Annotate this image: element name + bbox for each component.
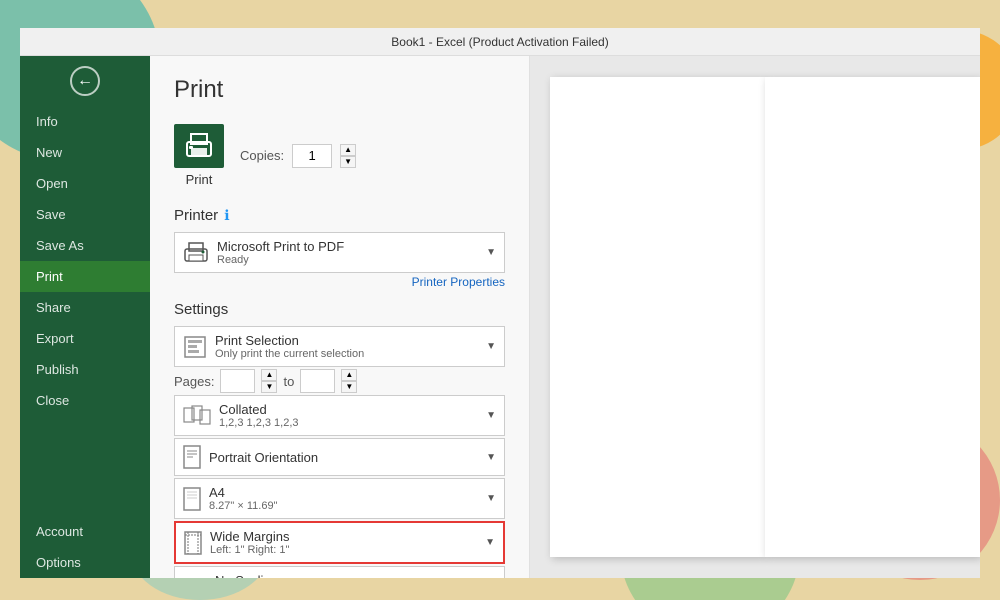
setting-dropdown-arrow-4: ▼ xyxy=(486,493,496,504)
setting-collated-content: Collated 1,2,3 1,2,3 1,2,3 xyxy=(219,402,478,429)
printer-name: Microsoft Print to PDF xyxy=(217,239,478,254)
print-button-section: Print Copies: ▲ ▼ xyxy=(174,124,505,187)
setting-orientation[interactable]: Portrait Orientation ▼ xyxy=(174,438,505,476)
titlebar: Book1 - Excel (Product Activation Failed… xyxy=(20,28,980,56)
excel-window: Book1 - Excel (Product Activation Failed… xyxy=(20,28,980,578)
sidebar-item-close[interactable]: Close xyxy=(20,385,150,416)
sidebar-item-account[interactable]: Account xyxy=(20,516,150,547)
copies-down-button[interactable]: ▼ xyxy=(340,156,356,168)
page-title: Print xyxy=(174,76,505,104)
sidebar-item-new[interactable]: New xyxy=(20,137,150,168)
window-content: ← Info New Open Save Save As Print Share xyxy=(20,56,980,578)
copies-input[interactable] xyxy=(292,144,332,168)
pages-to-down[interactable]: ▼ xyxy=(341,381,357,393)
sidebar-item-publish[interactable]: Publish xyxy=(20,354,150,385)
info-icon: ℹ xyxy=(224,207,229,224)
printer-select[interactable]: Microsoft Print to PDF Ready ▼ xyxy=(174,232,505,273)
copies-section: Copies: ▲ ▼ xyxy=(240,144,356,168)
setting-paper[interactable]: A4 8.27" × 11.69" ▼ xyxy=(174,478,505,519)
sidebar-item-save-as[interactable]: Save As xyxy=(20,230,150,261)
sidebar: ← Info New Open Save Save As Print Share xyxy=(20,56,150,578)
pages-label: Pages: xyxy=(174,374,214,389)
printer-dropdown-arrow: ▼ xyxy=(486,247,496,258)
printer-icon xyxy=(183,132,215,160)
print-selection-icon xyxy=(183,336,207,358)
titlebar-text: Book1 - Excel (Product Activation Failed… xyxy=(391,35,608,49)
copies-up-button[interactable]: ▲ xyxy=(340,144,356,156)
pages-to-spinner: ▲ ▼ xyxy=(341,369,357,393)
paper-icon xyxy=(183,487,201,511)
setting-dropdown-arrow-1: ▼ xyxy=(486,341,496,352)
printer-select-content: Microsoft Print to PDF Ready xyxy=(217,239,478,266)
pages-to-input[interactable] xyxy=(300,369,335,393)
setting-print-selection[interactable]: Print Selection Only print the current s… xyxy=(174,326,505,367)
sidebar-item-share[interactable]: Share xyxy=(20,292,150,323)
pages-from-down[interactable]: ▼ xyxy=(261,381,277,393)
main-content: Print Print xyxy=(150,56,980,578)
sidebar-item-info[interactable]: Info xyxy=(20,106,150,137)
back-icon: ← xyxy=(70,66,100,96)
printer-status: Ready xyxy=(217,254,478,266)
pages-from-spinner: ▲ ▼ xyxy=(261,369,277,393)
printer-properties-link[interactable]: Printer Properties xyxy=(174,275,505,289)
setting-scaling-content: No Scaling Print sheets at their actual … xyxy=(215,573,478,578)
print-button-label: Print xyxy=(186,172,213,187)
preview-page-right xyxy=(765,77,980,557)
setting-print-selection-content: Print Selection Only print the current s… xyxy=(215,333,478,360)
collated-icon xyxy=(183,405,211,427)
pages-to-label: to xyxy=(283,374,294,389)
setting-paper-content: A4 8.27" × 11.69" xyxy=(209,485,478,512)
setting-collated[interactable]: Collated 1,2,3 1,2,3 1,2,3 ▼ xyxy=(174,395,505,436)
printer-icon-container xyxy=(183,242,209,264)
printer-select-icon xyxy=(183,242,209,264)
sidebar-item-options[interactable]: Options xyxy=(20,547,150,578)
sidebar-item-export[interactable]: Export xyxy=(20,323,150,354)
settings-section-header: Settings xyxy=(174,301,505,318)
printer-section-header: Printer ℹ xyxy=(174,207,505,224)
setting-scaling[interactable]: 100 No Scaling Print sheets at their act… xyxy=(174,566,505,578)
pages-to-up[interactable]: ▲ xyxy=(341,369,357,381)
pages-from-input[interactable] xyxy=(220,369,255,393)
print-panel: Print Print xyxy=(150,56,530,578)
back-button[interactable]: ← xyxy=(20,56,150,106)
copies-spinner: ▲ ▼ xyxy=(340,144,356,168)
pages-from-up[interactable]: ▲ xyxy=(261,369,277,381)
print-preview xyxy=(530,56,980,578)
preview-page-left xyxy=(550,77,765,557)
sidebar-item-print[interactable]: Print xyxy=(20,261,150,292)
setting-dropdown-arrow-2: ▼ xyxy=(486,410,496,421)
setting-orientation-content: Portrait Orientation xyxy=(209,450,478,465)
setting-dropdown-arrow-3: ▼ xyxy=(486,452,496,463)
sidebar-item-save[interactable]: Save xyxy=(20,199,150,230)
setting-margins-content: Wide Margins Left: 1" Right: 1" xyxy=(210,529,477,556)
pages-section: Pages: ▲ ▼ to ▲ ▼ xyxy=(174,369,505,393)
orientation-icon xyxy=(183,445,201,469)
setting-dropdown-arrow-5: ▼ xyxy=(485,537,495,548)
margins-icon xyxy=(184,531,202,555)
print-button[interactable]: Print xyxy=(174,124,224,187)
copies-label: Copies: xyxy=(240,148,284,163)
printer-icon-box xyxy=(174,124,224,168)
setting-margins[interactable]: Wide Margins Left: 1" Right: 1" ▼ xyxy=(174,521,505,564)
sidebar-item-open[interactable]: Open xyxy=(20,168,150,199)
